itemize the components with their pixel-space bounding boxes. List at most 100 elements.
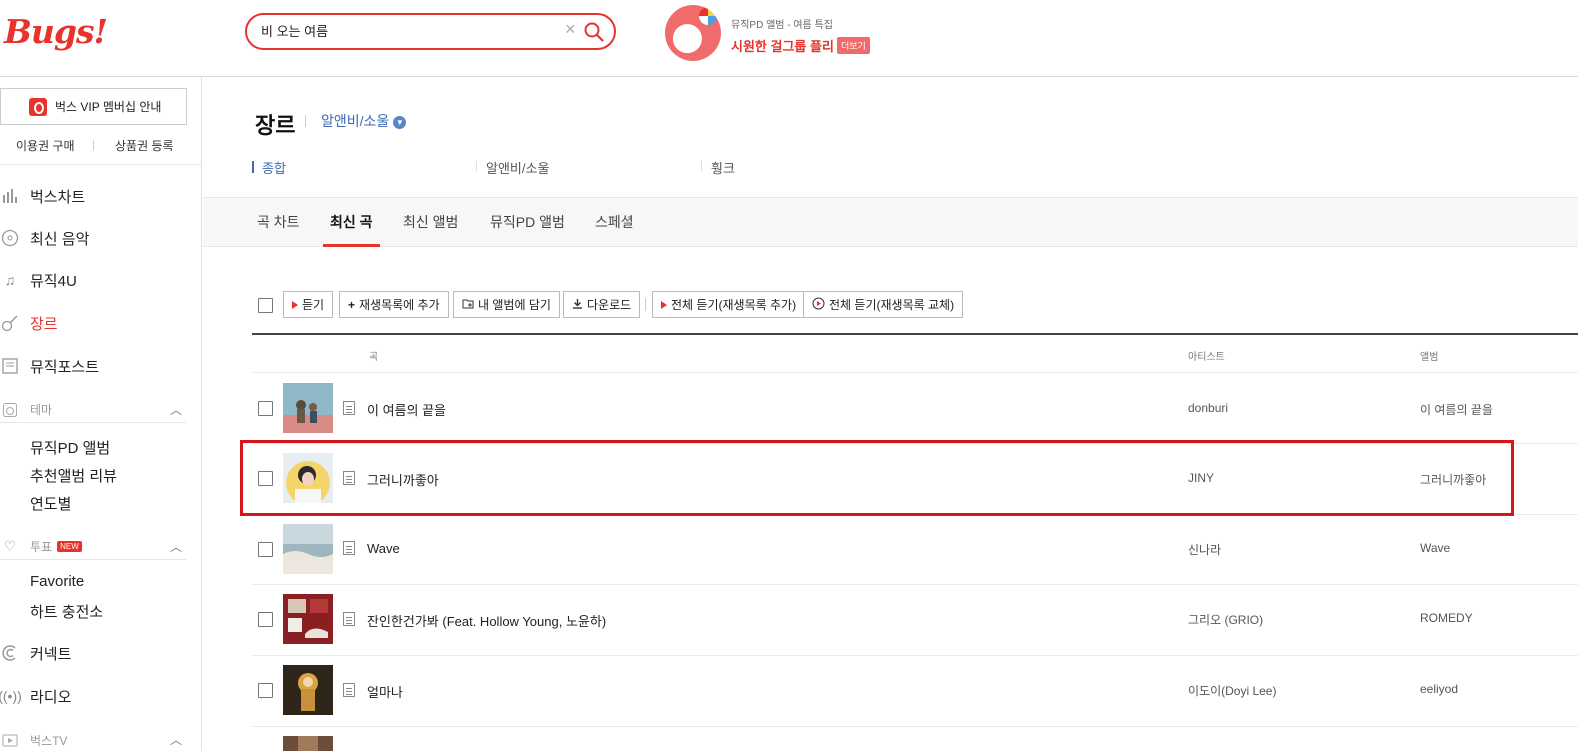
- nav-genre[interactable]: 장르: [0, 311, 58, 335]
- song-album[interactable]: 이 여름의 끝을: [1420, 401, 1493, 418]
- song-artist[interactable]: JINY: [1188, 471, 1214, 485]
- folder-plus-icon: [462, 298, 474, 312]
- tv-section-header[interactable]: 벅스TV ︿: [0, 727, 186, 751]
- tab-latest-albums[interactable]: 최신 앨범: [403, 212, 458, 232]
- subcat-all[interactable]: 종합: [262, 158, 286, 177]
- page-title: 장르: [255, 113, 296, 138]
- promo-image[interactable]: [665, 5, 721, 61]
- row-checkbox[interactable]: [258, 612, 273, 627]
- nav-music4u[interactable]: ♫ 뮤직4U: [0, 268, 77, 292]
- chevron-up-icon[interactable]: ︿: [170, 731, 182, 748]
- song-title[interactable]: 잔인한건가봐 (Feat. Hollow Young, 노윤하): [367, 611, 606, 630]
- play-icon: [661, 300, 667, 309]
- vip-icon: [29, 97, 47, 116]
- chevron-down-icon: ▼: [393, 115, 407, 129]
- search-input[interactable]: [261, 23, 551, 38]
- song-title[interactable]: 얼마나: [367, 682, 403, 701]
- lyrics-icon[interactable]: [343, 541, 355, 555]
- add-to-playlist-button[interactable]: + 재생목록에 추가: [339, 291, 449, 318]
- vote-item-heart-charge[interactable]: 하트 충전소: [30, 601, 103, 622]
- active-tab-underline: [323, 244, 380, 247]
- genre-dropdown[interactable]: 알앤비/소울 ▼: [321, 111, 407, 131]
- song-album[interactable]: ROMEDY: [1420, 611, 1473, 625]
- lyrics-icon[interactable]: [343, 401, 355, 415]
- column-header-song: 곡: [369, 352, 379, 363]
- song-title[interactable]: 그러니까좋아: [367, 470, 439, 489]
- theme-section-header[interactable]: 테마 ︿: [0, 397, 186, 423]
- row-divider: [252, 726, 1578, 727]
- tab-song-chart[interactable]: 곡 차트: [257, 212, 300, 232]
- chevron-up-icon[interactable]: ︿: [170, 401, 182, 418]
- theme-item-review[interactable]: 추천앨범 리뷰: [30, 465, 117, 486]
- song-title[interactable]: Wave: [367, 541, 400, 556]
- voucher-link[interactable]: 상품권 등록: [115, 137, 174, 154]
- promo-more-button[interactable]: 더보기: [837, 37, 870, 54]
- play-all-add-button[interactable]: 전체 듣기(재생목록 추가): [652, 291, 806, 318]
- chart-icon: [0, 186, 20, 206]
- divider: |: [92, 137, 96, 151]
- song-title[interactable]: 이 여름의 끝을: [367, 400, 446, 419]
- album-cover[interactable]: [283, 383, 333, 433]
- vip-membership-button[interactable]: 벅스 VIP 멤버십 안내: [0, 88, 187, 125]
- button-label: 전체 듣기(재생목록 추가): [671, 298, 797, 312]
- tab-special[interactable]: 스페셜: [595, 212, 634, 232]
- album-cover[interactable]: [283, 524, 333, 574]
- play-icon: [292, 300, 298, 309]
- lyrics-icon[interactable]: [343, 683, 355, 697]
- row-divider: [252, 514, 1578, 515]
- row-checkbox[interactable]: [258, 683, 273, 698]
- nav-label: 커넥트: [30, 645, 72, 663]
- add-to-album-button[interactable]: 내 앨범에 담기: [453, 291, 560, 318]
- nav-radio[interactable]: ((•)) 라디오: [0, 684, 71, 708]
- buy-ticket-link[interactable]: 이용권 구매: [16, 137, 75, 154]
- lyrics-icon[interactable]: [343, 471, 355, 485]
- clear-search-icon[interactable]: ×: [565, 19, 576, 40]
- vote-section-header[interactable]: ♡ 투표 NEW ︿: [0, 534, 186, 560]
- nav-label: 뮤직포스트: [30, 358, 100, 376]
- tab-latest-songs[interactable]: 최신 곡: [330, 212, 373, 232]
- song-artist[interactable]: 그리오 (GRIO): [1188, 611, 1263, 628]
- tab-musicpd-albums[interactable]: 뮤직PD 앨범: [490, 212, 565, 232]
- row-divider: [252, 584, 1578, 585]
- play-all-replace-button[interactable]: 전체 듣기(재생목록 교체): [803, 291, 964, 318]
- song-artist[interactable]: 이도이(Doyi Lee): [1188, 682, 1276, 699]
- subcat-rnb[interactable]: 알앤비/소울: [486, 158, 549, 177]
- song-album[interactable]: 그러니까좋아: [1420, 471, 1486, 488]
- vote-item-favorite[interactable]: Favorite: [30, 573, 84, 590]
- nav-connect[interactable]: 커넥트: [0, 641, 71, 665]
- active-indicator: [252, 161, 254, 173]
- album-cover[interactable]: [283, 453, 333, 503]
- song-album[interactable]: eeliyod: [1420, 682, 1458, 696]
- album-cover[interactable]: [283, 736, 333, 751]
- row-divider: [252, 443, 1578, 444]
- song-artist[interactable]: donburi: [1188, 401, 1228, 415]
- divider: [701, 161, 702, 171]
- select-all-checkbox[interactable]: [258, 298, 273, 313]
- nav-latest-music[interactable]: 최신 음악: [0, 226, 89, 250]
- nav-music-post[interactable]: 뮤직포스트: [0, 354, 99, 378]
- download-button[interactable]: 다운로드: [563, 291, 641, 318]
- nav-bugs-chart[interactable]: 벅스차트: [0, 184, 85, 208]
- play-button[interactable]: 듣기: [283, 291, 334, 318]
- chevron-up-icon[interactable]: ︿: [170, 538, 182, 555]
- search-icon[interactable]: [584, 22, 604, 42]
- search-box[interactable]: ×: [245, 13, 616, 50]
- row-checkbox[interactable]: [258, 401, 273, 416]
- subcat-funk[interactable]: 훵크: [711, 158, 735, 177]
- row-checkbox[interactable]: [258, 542, 273, 557]
- table-header-line: [252, 333, 1578, 335]
- bugs-logo[interactable]: Bugs!: [4, 12, 108, 51]
- album-cover[interactable]: [283, 594, 333, 644]
- album-cover[interactable]: [283, 665, 333, 715]
- new-disc-icon: [0, 228, 20, 248]
- song-album[interactable]: Wave: [1420, 541, 1450, 555]
- theme-item-musicpd[interactable]: 뮤직PD 앨범: [30, 437, 110, 458]
- song-artist[interactable]: 신나라: [1188, 541, 1221, 558]
- post-icon: [0, 356, 20, 376]
- promo-subtitle: 뮤직PD 앨범 - 여름 특집: [731, 20, 833, 31]
- lyrics-icon[interactable]: [343, 612, 355, 626]
- column-header-album: 앨범: [1420, 352, 1439, 363]
- theme-item-by-year[interactable]: 연도별: [30, 493, 71, 514]
- promo-title[interactable]: 시원한 걸그룹 플리: [731, 36, 834, 55]
- row-checkbox[interactable]: [258, 471, 273, 486]
